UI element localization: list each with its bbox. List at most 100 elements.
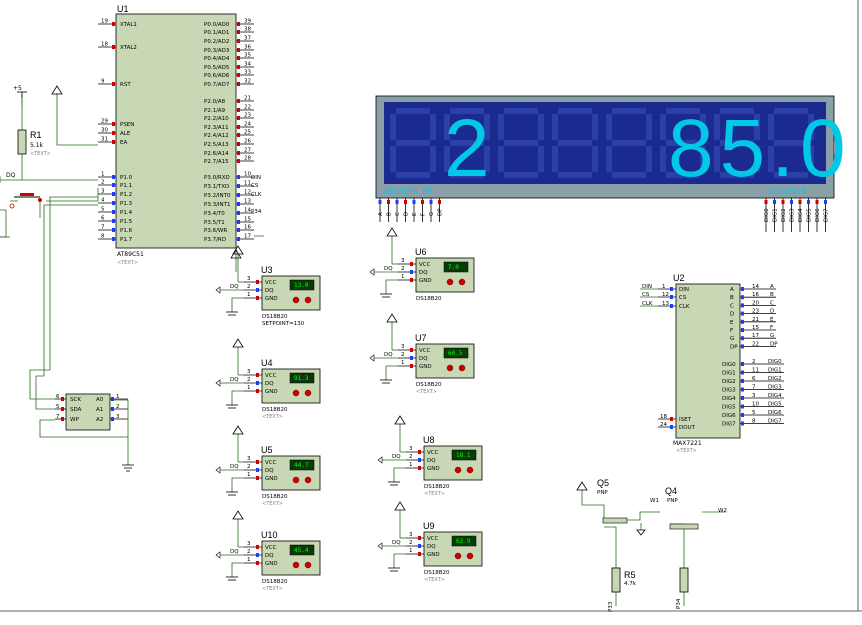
u2-pin-number: 16 — [752, 292, 759, 298]
sensor-up-button[interactable] — [458, 364, 466, 372]
sensor-gnd-label: GND — [265, 389, 278, 395]
sensor-dq-net: DQ — [384, 266, 393, 272]
u2-net-label: DIG6 — [768, 410, 782, 416]
sensor-down-button[interactable] — [446, 364, 454, 372]
u2-pin-number: 17 — [752, 333, 759, 339]
display-segment-pin: DP — [438, 208, 444, 216]
p33-label: P33 — [608, 601, 614, 612]
display-digit-left: 2 — [444, 103, 490, 194]
sensor-down-button[interactable] — [454, 552, 462, 560]
u2-pin-number: 5 — [752, 410, 756, 416]
u1-pin-number: 21 — [244, 96, 251, 102]
u1-pin-name: P2.7/A15 — [204, 159, 229, 165]
q5-net: W1 — [650, 498, 659, 504]
u1-pin-number: 31 — [101, 137, 108, 143]
sensor-down-button[interactable] — [454, 466, 462, 474]
q4-net: W2 — [718, 508, 727, 514]
sensor-pin-number: 3 — [409, 532, 413, 538]
u1-pin-number: 16 — [244, 225, 251, 231]
u2-net-label: D — [770, 309, 774, 315]
sensor-vcc-label: VCC — [419, 262, 431, 268]
u1-pin-name: RST — [120, 82, 131, 88]
sensor-note: <TEXT> — [262, 586, 283, 592]
sensor-ref: U10 — [261, 530, 278, 540]
u2-pin-number: 21 — [752, 317, 759, 323]
r-q4-resistor[interactable] — [679, 567, 689, 593]
sensor-down-button[interactable] — [292, 561, 300, 569]
u1-pin-number: 33 — [244, 70, 251, 76]
sensor-down-button[interactable] — [292, 296, 300, 304]
u1-pin-number: 8 — [101, 234, 105, 240]
u1-pin-name: P1.7 — [120, 237, 133, 243]
eeprom-pin-number: 7 — [56, 414, 60, 420]
display-segment-pin: B — [387, 212, 393, 216]
u2-net-label: C — [770, 300, 774, 306]
u1-part: AT89C51 — [117, 251, 144, 258]
sensor-up-button[interactable] — [466, 466, 474, 474]
u1-pin-number: 12 — [244, 190, 251, 196]
schematic-canvas: U1 AT89C51 <TEXT> 19XTAL118XTAL29RST29PS… — [0, 0, 862, 625]
u2-pin-name: CLK — [679, 304, 690, 310]
sensor-up-button[interactable] — [304, 561, 312, 569]
sensor-dq-label: DQ — [265, 288, 274, 294]
sensor-down-button[interactable] — [446, 278, 454, 286]
sensor-note: <TEXT> — [262, 501, 283, 507]
u1-pin-number: 3 — [101, 189, 105, 195]
sensor-dq-net: DQ — [230, 377, 239, 383]
sensor-dq-label: DQ — [427, 458, 436, 464]
sensor-pin-number: 1 — [409, 548, 413, 554]
sensor-vcc-label: VCC — [265, 460, 277, 466]
u2-pin-number: 15 — [752, 325, 759, 331]
u1-pin-name: P2.3/A11 — [204, 125, 229, 131]
u1-pin-name: PSEN — [120, 122, 134, 128]
sensor-pin-number: 3 — [401, 258, 405, 264]
sensor-dq-net: DQ — [384, 352, 393, 358]
display-digit-pin: DIG6 — [815, 208, 821, 222]
sensor-up-button[interactable] — [458, 278, 466, 286]
u1-pin-name: P0.1/AD1 — [204, 30, 229, 36]
display-digit-pin: DIG3 — [790, 208, 796, 222]
sensor-up-button[interactable] — [304, 389, 312, 397]
u2-pin-name: E — [730, 320, 734, 326]
r5-value: 4.7k — [624, 581, 637, 587]
u2-ref: U2 — [673, 273, 685, 283]
sensor-dq-label: DQ — [419, 356, 428, 362]
u2-net-label: F — [770, 325, 773, 331]
sensor-dq-net: DQ — [230, 284, 239, 290]
sensor-down-button[interactable] — [292, 476, 300, 484]
sensor-ref: U4 — [261, 358, 273, 368]
u2-pin-number: 6 — [752, 376, 756, 382]
u2-net-label: CS — [642, 292, 650, 298]
display-digit-pin: DIG5 — [807, 208, 813, 222]
u1-pin-name: P2.2/A10 — [204, 116, 229, 122]
u2-pin-number: 1 — [662, 284, 666, 290]
u2-net-label: DIG3 — [768, 385, 782, 391]
u1-pin-name: P0.2/AD2 — [204, 39, 229, 45]
u2-text: <TEXT> — [676, 448, 697, 454]
u2-net-label: B — [770, 292, 774, 298]
u2-pin-name: DIG5 — [722, 405, 736, 411]
u2-pin-name: D — [730, 312, 734, 318]
sensor-up-button[interactable] — [304, 296, 312, 304]
u2-pin-name: DIG1 — [722, 371, 736, 377]
u2-pin-number: 24 — [660, 422, 667, 428]
sensor-up-button[interactable] — [304, 476, 312, 484]
u2-pin-name: B — [730, 295, 734, 301]
eeprom-pin-name: SCK — [70, 397, 81, 403]
display-segment-pin: D — [404, 212, 410, 216]
u1-pin-name: P3.2/INT0 — [204, 193, 231, 199]
u1-pin-number: 22 — [244, 105, 251, 111]
u2-pin-name: DIG3 — [722, 388, 736, 394]
sensor-up-button[interactable] — [466, 552, 474, 560]
display-segment-pin: F — [421, 213, 427, 216]
sensor-dq-label: DQ — [427, 544, 436, 550]
p34-label: P34 — [676, 598, 682, 609]
sensor-pin-number: 2 — [247, 549, 251, 555]
u2-pin-name: CS — [679, 295, 687, 301]
u1-pin-name: P3.5/T1 — [204, 220, 225, 226]
sensor-down-button[interactable] — [292, 389, 300, 397]
u2-pin-number: 14 — [752, 284, 759, 290]
eeprom-pin-name: SDA — [70, 407, 82, 413]
sensor-note: <TEXT> — [416, 389, 437, 395]
sensor-pin-number: 2 — [401, 266, 405, 272]
